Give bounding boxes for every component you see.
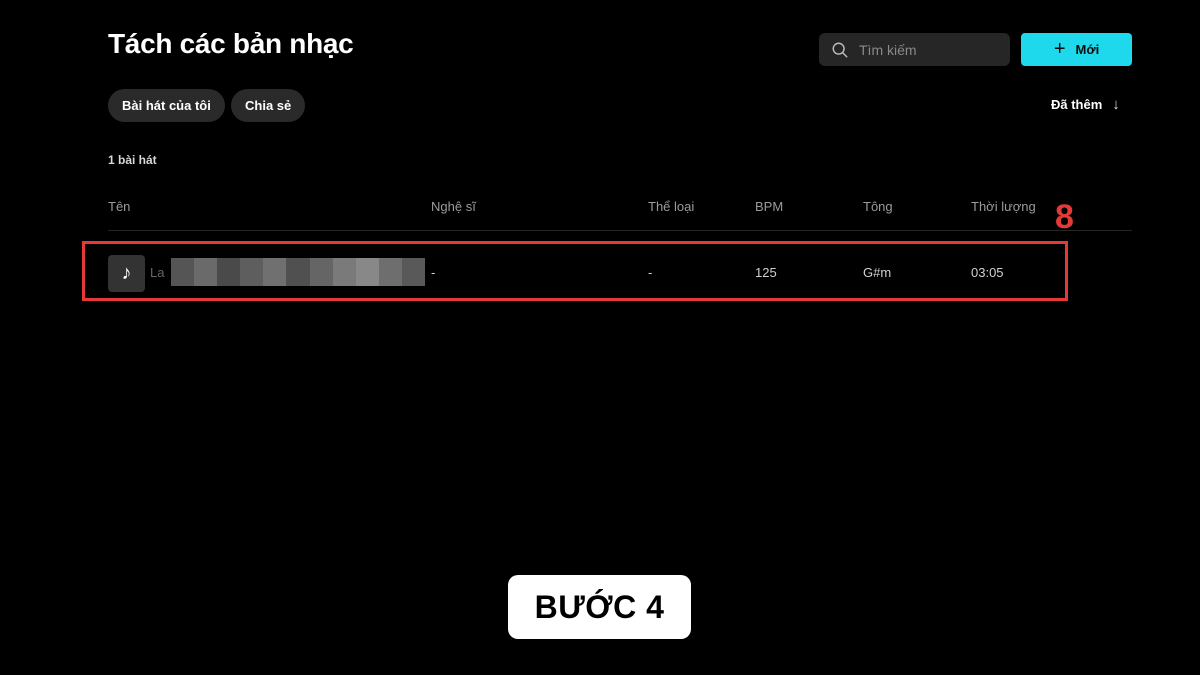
table-row[interactable]: ♪ La - - 125 G#m 03:05 <box>108 254 1132 292</box>
song-bpm: 125 <box>755 265 777 280</box>
song-name: La <box>150 265 165 280</box>
song-thumbnail: ♪ <box>108 255 145 292</box>
column-header-duration[interactable]: Thời lượng <box>971 199 1036 214</box>
music-note-icon: ♪ <box>121 262 132 284</box>
sort-label: Đã thêm <box>1051 97 1103 112</box>
song-count: 1 bài hát <box>108 153 157 167</box>
search-icon <box>832 42 848 57</box>
filter-shared[interactable]: Chia sẻ <box>231 89 306 122</box>
filter-my-songs[interactable]: Bài hát của tôi <box>108 89 225 122</box>
sort-button[interactable]: Đã thêm ↓ <box>1051 96 1120 113</box>
search-input[interactable] <box>859 41 999 58</box>
search-box[interactable] <box>819 33 1010 66</box>
column-header-name[interactable]: Tên <box>108 199 130 214</box>
song-genre: - <box>648 265 653 280</box>
column-header-bpm[interactable]: BPM <box>755 199 783 214</box>
new-button[interactable]: + Mới <box>1021 33 1132 66</box>
page-title: Tách các bản nhạc <box>108 28 354 59</box>
pixelated-redaction <box>171 258 426 286</box>
song-duration: 03:05 <box>971 265 1004 280</box>
song-artist: - <box>431 265 436 280</box>
plus-icon: + <box>1053 37 1066 60</box>
column-header-key[interactable]: Tông <box>863 199 893 214</box>
table-divider <box>108 230 1132 231</box>
step-label: BƯỚC 4 <box>508 575 691 639</box>
column-header-genre[interactable]: Thể loại <box>648 199 694 214</box>
step-marker: 8 <box>1055 198 1074 236</box>
new-button-label: Mới <box>1075 42 1100 57</box>
arrow-down-icon: ↓ <box>1112 96 1120 113</box>
column-header-artist[interactable]: Nghệ sĩ <box>431 199 476 214</box>
song-key: G#m <box>863 265 892 280</box>
